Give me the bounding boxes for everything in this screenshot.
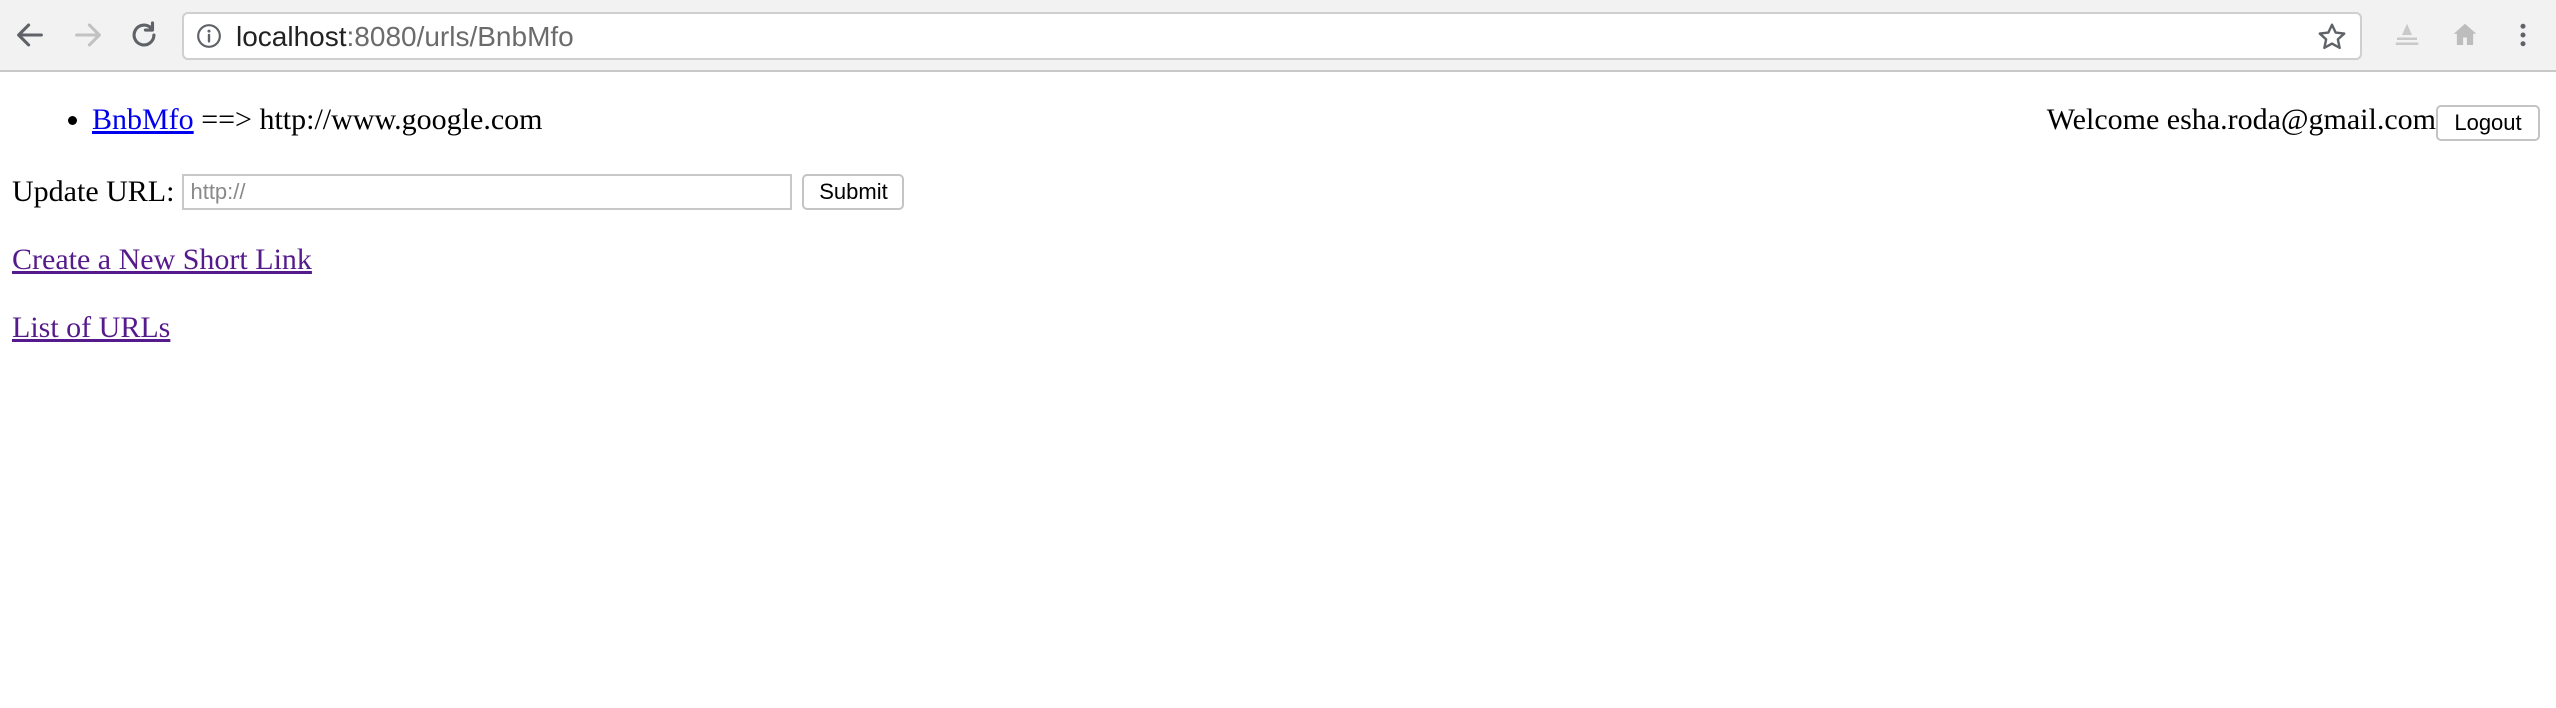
menu-dots-icon[interactable] — [2506, 18, 2540, 52]
back-button[interactable] — [6, 10, 54, 60]
forward-button[interactable] — [64, 10, 112, 60]
reload-button[interactable] — [120, 10, 168, 60]
welcome-message: Welcome esha.roda@gmail.com — [2047, 102, 2436, 138]
address-bar[interactable]: localhost:8080/urls/BnbMfo — [182, 12, 2362, 60]
welcome-prefix: Welcome — [2046, 103, 2160, 136]
update-url-label: Update URL: — [12, 175, 175, 208]
back-arrow-icon — [17, 23, 43, 47]
address-text[interactable]: localhost:8080/urls/BnbMfo — [236, 21, 574, 53]
url-list: BnbMfo ==> http://www.google.com — [0, 102, 542, 138]
forward-arrow-icon — [75, 23, 101, 47]
short-url-link[interactable]: BnbMfo — [92, 103, 194, 136]
home-glyph-icon — [2453, 23, 2477, 45]
browser-toolbar: localhost:8080/urls/BnbMfo — [0, 0, 2556, 72]
home-icon[interactable] — [2448, 18, 2482, 52]
logout-button[interactable]: Logout — [2436, 105, 2540, 141]
mapping-arrow: ==> — [201, 103, 252, 136]
extension-glyph-icon — [2395, 23, 2419, 45]
star-icon[interactable] — [2316, 21, 2348, 53]
info-icon[interactable] — [196, 23, 222, 49]
url-host: localhost — [236, 21, 347, 52]
list-item: BnbMfo ==> http://www.google.com — [92, 102, 542, 138]
long-url-text: http://www.google.com — [259, 103, 543, 136]
extension-icon[interactable] — [2390, 18, 2424, 52]
submit-button[interactable]: Submit — [802, 174, 905, 210]
page-content: BnbMfo ==> http://www.google.com Welcome… — [0, 72, 2556, 708]
update-url-input[interactable] — [182, 174, 793, 210]
menu-dots-glyph-icon — [2520, 23, 2526, 47]
create-short-link[interactable]: Create a New Short Link — [12, 242, 312, 278]
url-path: :8080/urls/BnbMfo — [346, 21, 574, 52]
list-urls-link[interactable]: List of URLs — [12, 310, 170, 346]
update-url-form: Update URL: Submit — [12, 172, 905, 212]
user-email: esha.roda@gmail.com — [2166, 103, 2436, 136]
reload-icon — [132, 21, 156, 47]
